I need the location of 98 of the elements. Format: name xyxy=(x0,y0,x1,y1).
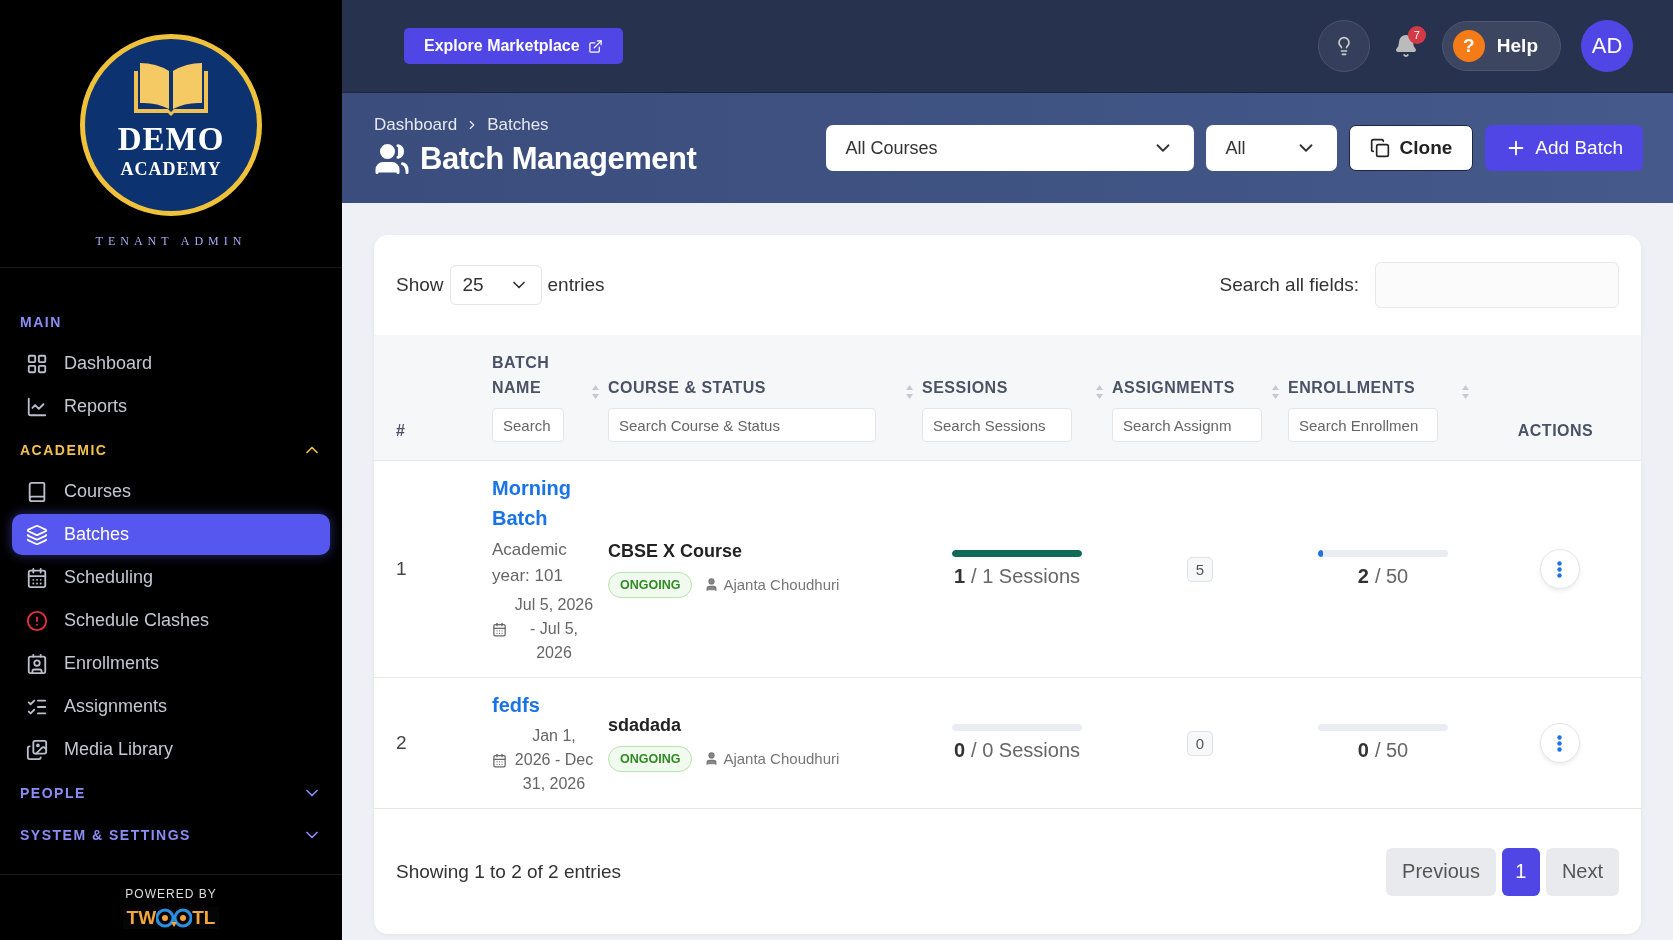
breadcrumb-link[interactable]: Dashboard xyxy=(374,115,458,135)
book-icon xyxy=(26,480,48,503)
search-field[interactable] xyxy=(1375,262,1619,308)
sidebar-item[interactable]: Batches xyxy=(12,514,330,555)
enrolled-count: 2 xyxy=(1357,565,1369,588)
sort-icon[interactable] xyxy=(905,384,914,400)
sidebar-item[interactable]: Courses xyxy=(12,471,330,512)
status-tag: ONGOING xyxy=(608,745,693,772)
instructor-name: Ajanta Choudhuri xyxy=(723,576,840,593)
column-filter-field[interactable]: Search Sessions xyxy=(922,408,1072,442)
column-header[interactable]: ENROLLMENTS xyxy=(1288,375,1416,400)
date-range: Jan 1, 2026 - Dec 31, 2026 xyxy=(513,726,595,794)
sidebar-item[interactable]: Media Library xyxy=(12,729,330,770)
status-tag: ONGOING xyxy=(608,571,693,598)
book-icon xyxy=(132,61,210,117)
sessions-done: 0 xyxy=(953,739,966,762)
sessions-total: / 1 Sessions xyxy=(971,565,1081,588)
sort-icon[interactable] xyxy=(591,384,600,400)
page-title: Batch Management xyxy=(420,141,697,177)
column-header[interactable]: COURSE & STATUS xyxy=(608,375,767,400)
role-label: TENANT ADMIN xyxy=(95,234,247,249)
alert-icon xyxy=(26,609,48,632)
enrolled-count: 0 xyxy=(1357,739,1369,762)
notification-count: 7 xyxy=(1407,26,1426,44)
sessions-done: 1 xyxy=(953,565,966,588)
calendar-icon xyxy=(26,566,48,589)
sidebar-item[interactable]: Dashboard xyxy=(12,343,330,384)
date-range: Jul 5, 2026 - Jul 5, 2026 xyxy=(513,595,595,663)
more-icon xyxy=(1557,560,1562,578)
search-label: Search all fields: xyxy=(1219,274,1359,296)
entries-summary: Showing 1 to 2 of 2 entries xyxy=(396,860,621,883)
page-size-select[interactable]: 25 xyxy=(449,265,542,305)
person-icon xyxy=(704,577,720,592)
sort-icon[interactable] xyxy=(1271,384,1280,400)
more-icon xyxy=(1557,734,1562,752)
column-header: ACTIONS xyxy=(1517,422,1594,440)
breadcrumb-link[interactable]: Batches xyxy=(487,115,549,135)
logo: DEMO ACADEMY xyxy=(80,34,262,216)
filter-dropdown[interactable]: All Courses xyxy=(825,125,1194,171)
show-label: Show xyxy=(396,274,444,296)
entries-label: entries xyxy=(547,274,605,296)
sort-icon[interactable] xyxy=(1095,384,1104,400)
calendar-icon xyxy=(492,752,507,768)
column-header[interactable]: SESSIONS xyxy=(922,375,1008,400)
add-batch-button[interactable]: Add Batch xyxy=(1485,125,1643,171)
users-icon xyxy=(374,141,410,177)
instructor-name: Ajanta Choudhuri xyxy=(723,750,840,767)
notification-button[interactable]: 7 xyxy=(1379,20,1432,72)
sidebar-item[interactable]: Schedule Clashes xyxy=(12,600,330,641)
id-card-icon xyxy=(26,652,48,675)
chart-icon xyxy=(26,395,48,418)
academic-year: Academic year: 101 xyxy=(492,539,568,587)
pagination-button[interactable]: Previous xyxy=(1386,847,1496,896)
row-actions-button[interactable] xyxy=(1539,723,1580,763)
sidebar-item[interactable]: Scheduling xyxy=(12,557,330,598)
brand-logo: TW TL xyxy=(122,906,220,929)
row-number: 1 xyxy=(396,558,408,580)
course-name: CBSE X Course xyxy=(608,540,744,562)
calendar-icon xyxy=(492,621,507,637)
pagination-button[interactable]: 1 xyxy=(1501,847,1540,896)
sort-icon[interactable] xyxy=(1461,384,1470,400)
course-name: sdadada xyxy=(608,714,683,736)
assignment-count: 0 xyxy=(1186,730,1214,756)
row-actions-button[interactable] xyxy=(1539,549,1580,589)
marketplace-button[interactable]: Explore Marketplace xyxy=(404,28,623,64)
batch-name-link[interactable]: Morning Batch xyxy=(492,473,600,533)
enrollment-capacity: / 50 xyxy=(1374,565,1409,588)
sidebar-item[interactable]: Reports xyxy=(12,386,330,427)
batch-name-link[interactable]: fedfs xyxy=(492,690,600,720)
row-number: 2 xyxy=(396,732,408,754)
powered-by-label: POWERED BY xyxy=(125,886,217,901)
help-button[interactable]: ? Help xyxy=(1441,21,1561,71)
column-header[interactable]: BATCH NAME xyxy=(492,350,552,400)
images-icon xyxy=(26,738,48,761)
grid-icon xyxy=(26,352,48,375)
sidebar-item[interactable]: Enrollments xyxy=(12,643,330,684)
section-heading[interactable]: SYSTEM & SETTINGS xyxy=(20,827,191,843)
copy-icon xyxy=(1369,138,1390,158)
section-heading: MAIN xyxy=(20,314,62,330)
column-header: # xyxy=(396,422,406,440)
section-heading[interactable]: ACADEMIC xyxy=(20,442,108,458)
clone-button[interactable]: Clone xyxy=(1348,125,1474,171)
column-filter-field[interactable]: Search Course & Status xyxy=(608,408,876,442)
column-filter-field[interactable]: Search Assignm xyxy=(1112,408,1262,442)
enrollment-capacity: / 50 xyxy=(1374,739,1409,762)
external-link-icon xyxy=(587,38,603,54)
section-heading[interactable]: PEOPLE xyxy=(20,785,86,801)
user-avatar[interactable]: AD xyxy=(1581,20,1633,72)
layers-icon xyxy=(26,523,48,546)
pagination-button[interactable]: Next xyxy=(1545,847,1619,896)
column-filter-field[interactable]: Search Enrollmen xyxy=(1288,408,1438,442)
column-header[interactable]: ASSIGNMENTS xyxy=(1112,375,1235,400)
sidebar-item[interactable]: Assignments xyxy=(12,686,330,727)
person-icon xyxy=(704,751,720,766)
sessions-total: / 0 Sessions xyxy=(971,739,1081,762)
column-filter-field[interactable]: Search xyxy=(492,408,564,442)
filter-dropdown[interactable]: All xyxy=(1205,125,1337,171)
assignment-count: 5 xyxy=(1186,556,1214,582)
